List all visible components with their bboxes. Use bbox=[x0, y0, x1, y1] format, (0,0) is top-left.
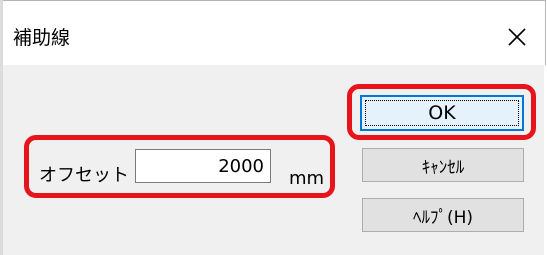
help-button[interactable]: ﾍﾙﾌﾟ(H) bbox=[362, 198, 524, 232]
offset-dialog: 補助線 オフセット mm OK ｷｬﾝｾﾙ ﾍﾙﾌﾟ(H) bbox=[0, 0, 547, 255]
unit-label: mm bbox=[289, 168, 325, 189]
close-button[interactable] bbox=[494, 17, 540, 57]
ok-button[interactable]: OK bbox=[360, 95, 524, 131]
title-bar: 補助線 bbox=[0, 0, 546, 65]
help-button-label: ﾍﾙﾌﾟ(H) bbox=[412, 207, 474, 228]
window-title: 補助線 bbox=[13, 27, 71, 49]
cancel-button[interactable]: ｷｬﾝｾﾙ bbox=[362, 148, 524, 182]
cancel-button-label: ｷｬﾝｾﾙ bbox=[421, 157, 465, 178]
offset-label: オフセット bbox=[39, 165, 129, 186]
close-icon bbox=[508, 28, 526, 46]
ok-button-label: OK bbox=[428, 102, 456, 124]
offset-input[interactable] bbox=[135, 149, 271, 183]
